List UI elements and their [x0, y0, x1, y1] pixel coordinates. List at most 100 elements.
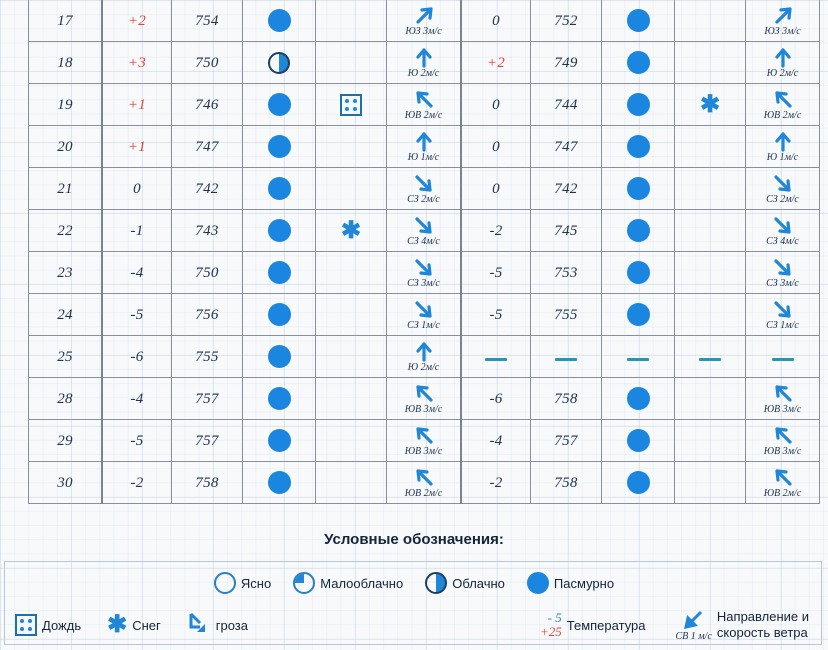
cell-precip-day [674, 419, 746, 462]
cell-pressure-day: 758 [530, 377, 602, 420]
wind-label: Ю 1м/с [766, 151, 799, 163]
wind-cell-content: ЮВ 2м/с [387, 84, 460, 125]
cell-temp-day: -6 [460, 377, 531, 420]
cell-cloud-night [242, 0, 316, 42]
wind-label: СЗ 2м/с [766, 193, 799, 205]
cell-wind-day: Ю 1м/с [745, 125, 820, 168]
overcast-icon [626, 51, 650, 74]
cell-pressure-night: 757 [171, 377, 243, 420]
cell-precip-day [674, 461, 746, 504]
legend-item-rain: Дождь [15, 614, 81, 636]
overcast-icon [626, 387, 650, 410]
cell-cloud-day [601, 251, 675, 294]
cell-cloud-night [242, 377, 316, 420]
wind-label: СЗ 4м/с [407, 235, 440, 247]
weather-table-body: 17 +2 754 ЮЗ 3м/с 0 752 ЮЗ 3м/с 18 +3 750 Ю 2м/с +2… [28, 0, 820, 504]
cell-temp-night: -4 [101, 251, 172, 294]
cell-wind-day: СЗ 2м/с [745, 167, 820, 210]
table-row: 19 +1 746 ЮВ 2м/с 0 744 ✱ ЮВ 2м/с [28, 83, 820, 126]
overcast-icon [526, 572, 549, 594]
legend-label-overcast: Пасмурно [553, 575, 615, 591]
cell-temp-day: -5 [460, 293, 531, 336]
cell-wind-night: ЮВ 2м/с [386, 461, 462, 504]
legend-title: Условные обозначения: [324, 531, 504, 548]
cell-wind-day: СЗ 4м/с [745, 209, 820, 252]
table-row: 25 -6 755 Ю 2м/с [28, 335, 820, 378]
weather-table: 17 +2 754 ЮЗ 3м/с 0 752 ЮЗ 3м/с 18 +3 750 Ю 2м/с +2… [28, 0, 820, 504]
cell-pressure-day: 755 [530, 293, 602, 336]
cell-pressure-night: 755 [171, 335, 243, 378]
wind-arrow-icon [770, 5, 796, 27]
rain-icon [340, 93, 362, 116]
wind-arrow-icon [411, 5, 437, 27]
cell-precip-day [674, 0, 746, 42]
wind-arrow-icon [411, 173, 437, 195]
overcast-icon [267, 93, 291, 116]
cell-wind-day: Ю 2м/с [745, 41, 820, 84]
temperature-warm-sample: +25 [539, 624, 562, 639]
table-row: 30 -2 758 ЮВ 2м/с -2 758 ЮВ 2м/с [28, 461, 820, 504]
cell-day: 19 [28, 83, 103, 126]
overcast-icon [267, 303, 291, 326]
cell-pressure-day: 742 [530, 167, 602, 210]
legend-label-wind: Направление и скорость ветра [717, 609, 809, 642]
wind-cell-content: ЮВ 2м/с [746, 462, 819, 503]
wind-label: Ю 1м/с [407, 151, 440, 163]
table-row: 24 -5 756 СЗ 1м/с -5 755 СЗ 1м/с [28, 293, 820, 336]
cell-cloud-night [242, 209, 316, 252]
wind-cell-content: СЗ 2м/с [746, 168, 819, 209]
wind-arrow-icon [770, 47, 796, 69]
wind-sample: СВ 1 м/с [676, 609, 712, 642]
cell-pressure-night: 747 [171, 125, 243, 168]
legend-label-temperature: Температура [566, 617, 646, 633]
wind-cell-content: СЗ 4м/с [746, 210, 819, 251]
legend-precip-row: Дождь ✱ Снег гроза - 5 +25 Температура С… [5, 604, 823, 646]
cell-pressure-night: 742 [171, 167, 243, 210]
legend-label-clear: Ясно [240, 575, 272, 591]
wind-arrow-icon [681, 609, 707, 632]
cell-wind-night: СЗ 2м/с [386, 167, 462, 210]
wind-label: Ю 2м/с [407, 67, 440, 79]
cell-wind-night: СЗ 1м/с [386, 293, 462, 336]
cell-precip-day [674, 251, 746, 294]
weather-archive-page: 17 +2 754 ЮЗ 3м/с 0 752 ЮЗ 3м/с 18 +3 750 Ю 2м/с +2… [0, 0, 828, 650]
cell-precip-night [315, 293, 387, 336]
cell-cloud-day [601, 0, 675, 42]
cell-day: 28 [28, 377, 103, 420]
wind-cell-content: ЮВ 3м/с [746, 420, 819, 461]
cell-pressure-day: 744 [530, 83, 602, 126]
cell-precip-day [674, 209, 746, 252]
wind-cell-content: СЗ 4м/с [387, 210, 460, 251]
cell-cloud-night [242, 461, 316, 504]
wind-cell-content: ЮВ 3м/с [387, 420, 460, 461]
cell-wind-day: ЮВ 3м/с [745, 377, 820, 420]
legend-label-wind-line1: Направление и [716, 608, 809, 624]
cell-temp-day: 0 [460, 125, 531, 168]
legend-item-thunderstorm: гроза [187, 611, 248, 640]
cell-cloud-night [242, 335, 316, 378]
temperature-cold-sample: - 5 [547, 610, 562, 626]
overcast-icon [267, 177, 291, 200]
table-row: 28 -4 757 ЮВ 3м/с -6 758 ЮВ 3м/с [28, 377, 820, 420]
wind-cell-content: СЗ 3м/с [387, 252, 460, 293]
cell-cloud-night [242, 293, 316, 336]
cell-temp-night: 0 [101, 167, 172, 210]
wind-cell-content: СЗ 1м/с [746, 294, 819, 335]
wind-cell-content: СЗ 1м/с [387, 294, 460, 335]
cell-cloud-day [601, 377, 675, 420]
cell-precip-night [315, 125, 387, 168]
cell-cloud-night [242, 83, 316, 126]
cell-pressure-night: 750 [171, 251, 243, 294]
wind-sample-label: СВ 1 м/с [675, 630, 712, 642]
cell-precip-night [315, 41, 387, 84]
wind-cell-content: ЮЗ 3м/с [387, 0, 460, 41]
cell-precip-day [674, 41, 746, 84]
wind-cell-content: ЮВ 3м/с [746, 378, 819, 419]
snow-icon: ✱ [340, 216, 362, 244]
cell-cloud-day [601, 125, 675, 168]
cell-cloud-day [601, 419, 675, 462]
legend-item-cloudy: Облачно [425, 572, 505, 594]
cell-precip-night [315, 419, 387, 462]
wind-label: СЗ 1м/с [407, 319, 440, 331]
cell-pressure-night: 758 [171, 461, 243, 504]
